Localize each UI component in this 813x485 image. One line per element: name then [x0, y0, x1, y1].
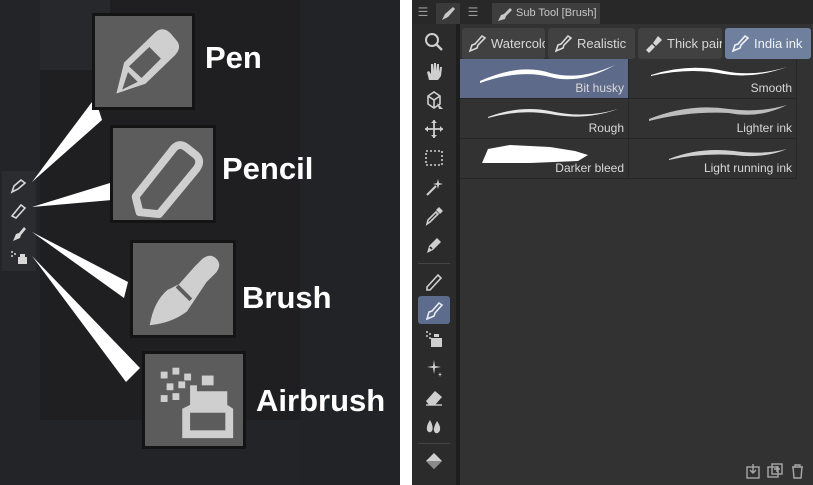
tab-sub-tool[interactable]: Sub Tool [Brush]	[492, 3, 600, 24]
brush-rough[interactable]: Rough	[460, 99, 629, 139]
fill-icon[interactable]	[418, 447, 450, 475]
brush-label: Bit husky	[575, 81, 624, 95]
brush-label: Light running ink	[703, 161, 792, 175]
pen-tile	[92, 13, 195, 110]
group-label: Watercolor	[491, 36, 545, 51]
menu-icon[interactable]: ☰	[466, 5, 480, 19]
brush-bit-husky[interactable]: Bit husky	[460, 59, 629, 99]
pen-icon	[442, 7, 455, 20]
brush-label: Lighter ink	[736, 121, 792, 135]
tab-title: Sub Tool [Brush]	[516, 7, 597, 19]
eyedropper-icon[interactable]	[418, 202, 450, 230]
tool-illustration: Pen Pencil Brush Airbrush	[0, 0, 400, 485]
brush-smooth[interactable]: Smooth	[629, 59, 797, 99]
sub-tool-content: Watercolor Realistic Thick paint India i…	[460, 24, 813, 485]
group-realistic[interactable]: Realistic	[548, 28, 635, 59]
hand-icon[interactable]	[418, 57, 450, 85]
brush-icon	[498, 8, 512, 21]
brush-label: Smooth	[750, 81, 792, 95]
eraser-icon[interactable]	[418, 383, 450, 411]
realistic-brush-icon	[554, 34, 573, 53]
pen-icon[interactable]	[418, 231, 450, 259]
rotate-icon[interactable]	[418, 86, 450, 114]
group-watercolor[interactable]: Watercolor	[462, 28, 545, 59]
airbrush-label: Airbrush	[256, 383, 386, 418]
copy-to-icon[interactable]	[745, 463, 762, 480]
group-india-ink[interactable]: India ink	[725, 28, 811, 59]
group-thick-paint[interactable]: Thick paint	[638, 28, 722, 59]
move-icon[interactable]	[418, 115, 450, 143]
pencil-tile	[110, 125, 216, 223]
airbrush-icon	[160, 367, 234, 439]
menu-icon[interactable]: ☰	[416, 5, 430, 19]
selection-icon[interactable]	[418, 144, 450, 172]
separator	[418, 263, 450, 264]
brush-label: Rough	[588, 121, 624, 135]
tool-palette	[412, 24, 456, 485]
blend-icon[interactable]	[418, 412, 450, 440]
pen-label: Pen	[205, 40, 262, 75]
brush-darker-bleed[interactable]: Darker bleed	[460, 139, 629, 179]
separator	[418, 443, 450, 444]
airbrush-icon[interactable]	[418, 325, 450, 353]
brush-label: Darker bleed	[555, 161, 624, 175]
decoration-icon[interactable]	[418, 354, 450, 382]
pen-icon	[116, 29, 180, 94]
delete-icon[interactable]	[789, 463, 806, 480]
pencil-icon	[131, 141, 204, 219]
sub-tool-panel: ☰ ☰ Sub Tool [Brush] Watercol Realistic …	[412, 0, 813, 485]
brush-tile	[130, 240, 236, 338]
pencil-label: Pencil	[222, 151, 314, 186]
brush-lighter-ink[interactable]: Lighter ink	[629, 99, 797, 139]
brush-icon	[149, 255, 220, 326]
panel-tab-bar: ☰ ☰ Sub Tool [Brush]	[412, 0, 813, 24]
group-label: Thick paint	[667, 36, 722, 51]
duplicate-icon[interactable]	[767, 463, 784, 480]
brush-icon[interactable]	[418, 296, 450, 324]
brush-label: Brush	[242, 280, 332, 315]
brush-light-running-ink[interactable]: Light running ink	[629, 139, 797, 179]
auto-select-icon[interactable]	[418, 173, 450, 201]
thick-paint-icon	[646, 36, 662, 53]
pencil-icon[interactable]	[418, 267, 450, 295]
group-label: Realistic	[577, 36, 627, 51]
india-ink-icon	[731, 34, 750, 53]
airbrush-tile	[142, 351, 246, 449]
zoom-icon[interactable]	[418, 28, 450, 56]
group-label: India ink	[754, 36, 803, 51]
tool-tab[interactable]	[436, 3, 460, 24]
watercolor-brush-icon	[468, 34, 487, 53]
